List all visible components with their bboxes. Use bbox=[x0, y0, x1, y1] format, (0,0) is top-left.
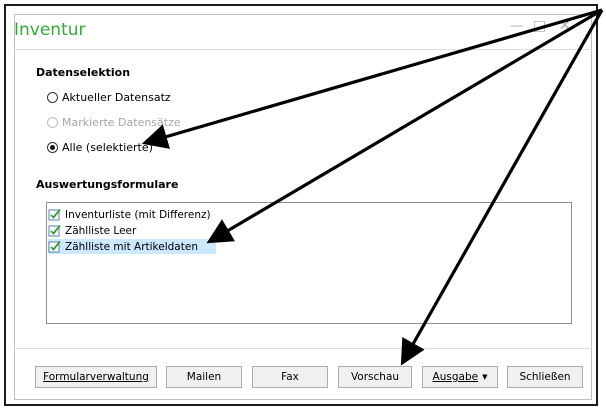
maximize-icon[interactable]: □ bbox=[533, 18, 546, 34]
radio-checked-icon bbox=[47, 142, 58, 153]
window-title: Inventur bbox=[14, 20, 86, 40]
button-label: Mailen bbox=[186, 371, 222, 383]
section-heading-data-selection: Datenselektion bbox=[36, 66, 131, 79]
forms-list[interactable]: Inventurliste (mit Differenz) Zählliste … bbox=[46, 202, 572, 324]
list-item-label: Zählliste Leer bbox=[65, 224, 137, 237]
form-checked-icon bbox=[48, 224, 62, 237]
radio-all-selected[interactable]: Alle (selektierte) bbox=[47, 141, 153, 154]
fax-button[interactable]: Fax bbox=[252, 366, 328, 388]
section-heading-forms: Auswertungsformulare bbox=[36, 178, 179, 191]
close-icon[interactable]: ✕ bbox=[559, 18, 571, 34]
radio-label: Markierte Datensätze bbox=[62, 116, 181, 129]
mail-button[interactable]: Mailen bbox=[166, 366, 242, 388]
form-checked-icon bbox=[48, 208, 62, 221]
list-item-selected[interactable]: Zählliste mit Artikeldaten bbox=[48, 239, 216, 254]
button-label: Fax bbox=[281, 371, 299, 383]
dropdown-arrow-icon: ▼ bbox=[482, 373, 488, 381]
button-label: Vorschau bbox=[350, 371, 400, 383]
radio-unchecked-icon bbox=[47, 92, 58, 103]
list-item[interactable]: Inventurliste (mit Differenz) bbox=[48, 207, 213, 222]
close-button[interactable]: Schließen bbox=[507, 366, 583, 388]
radio-current-record[interactable]: Aktueller Datensatz bbox=[47, 91, 171, 104]
form-checked-icon bbox=[48, 240, 62, 253]
list-item-label: Zählliste mit Artikeldaten bbox=[65, 240, 198, 253]
button-label: Ausgabe bbox=[432, 371, 479, 383]
radio-disabled-icon bbox=[47, 117, 58, 128]
list-item[interactable]: Zählliste Leer bbox=[48, 223, 138, 238]
output-dropdown-button[interactable]: Ausgabe ▼ bbox=[422, 366, 498, 388]
radio-label: Aktueller Datensatz bbox=[62, 91, 171, 104]
list-item-label: Inventurliste (mit Differenz) bbox=[65, 208, 211, 221]
title-separator bbox=[14, 49, 592, 50]
button-label: Formularverwaltung bbox=[43, 371, 149, 383]
button-label: Schließen bbox=[519, 371, 571, 383]
radio-label: Alle (selektierte) bbox=[62, 141, 153, 154]
preview-button[interactable]: Vorschau bbox=[338, 366, 412, 388]
form-manager-button[interactable]: Formularverwaltung bbox=[35, 366, 157, 388]
button-bar-separator bbox=[14, 348, 592, 349]
radio-marked-records: Markierte Datensätze bbox=[47, 116, 181, 129]
minimize-icon[interactable]: — bbox=[510, 18, 524, 34]
